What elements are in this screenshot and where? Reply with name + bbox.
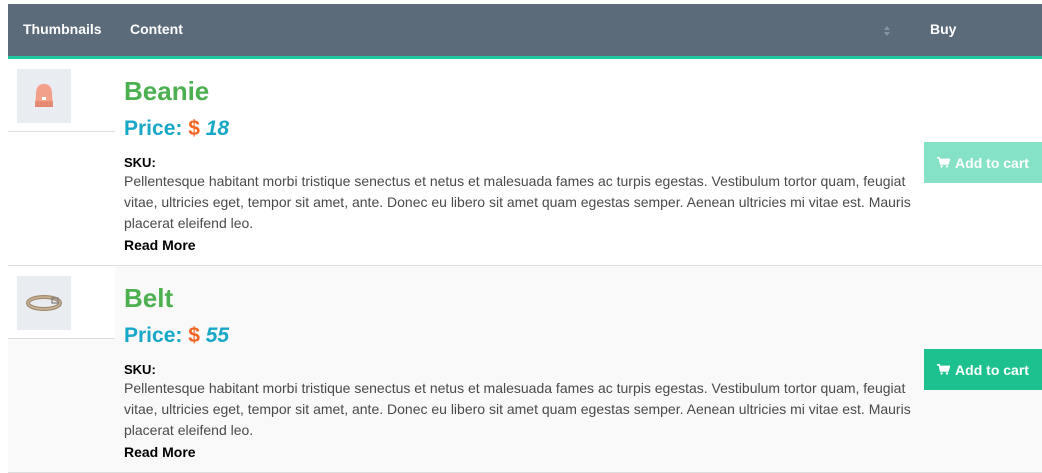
thumbnail-cell xyxy=(8,59,115,132)
sku-label: SKU: xyxy=(124,362,156,377)
product-table: Thumbnails Content Buy Beanie Price: $ 1… xyxy=(8,4,1042,473)
price-amount: 55 xyxy=(205,324,230,347)
product-thumbnail[interactable] xyxy=(17,69,71,123)
product-title[interactable]: Beanie xyxy=(124,76,209,107)
header-thumbnails: Thumbnails xyxy=(23,21,102,37)
thumbnail-cell xyxy=(8,266,115,339)
sku-label: SKU: xyxy=(124,155,156,170)
read-more-link[interactable]: Read More xyxy=(124,237,196,253)
read-more-link[interactable]: Read More xyxy=(124,444,196,460)
header-content[interactable]: Content xyxy=(130,21,183,37)
add-to-cart-button[interactable]: Add to cart xyxy=(924,142,1042,183)
add-to-cart-button[interactable]: Add to cart xyxy=(924,349,1042,390)
belt-icon xyxy=(26,295,62,311)
table-row: Beanie Price: $ 18 SKU: Pellentesque hab… xyxy=(8,59,1042,266)
sort-icon[interactable] xyxy=(883,24,891,36)
price-label: Price: xyxy=(124,117,183,140)
product-description: Pellentesque habitant morbi tristique se… xyxy=(124,380,911,438)
header-buy: Buy xyxy=(930,21,957,37)
product-price: Price: $ 55 xyxy=(124,324,229,348)
add-to-cart-label: Add to cart xyxy=(955,154,1029,171)
cart-icon xyxy=(937,157,951,168)
beanie-icon xyxy=(35,84,53,107)
product-thumbnail[interactable] xyxy=(17,276,71,330)
currency-symbol: $ xyxy=(188,324,200,347)
product-description: Pellentesque habitant morbi tristique se… xyxy=(124,173,911,231)
currency-symbol: $ xyxy=(188,117,200,140)
add-to-cart-label: Add to cart xyxy=(955,361,1029,378)
price-amount: 18 xyxy=(205,117,230,140)
cart-icon xyxy=(937,364,951,375)
table-header: Thumbnails Content Buy xyxy=(8,4,1042,59)
table-row: Belt Price: $ 55 SKU: Pellentesque habit… xyxy=(8,266,1042,473)
product-price: Price: $ 18 xyxy=(124,117,229,141)
product-title[interactable]: Belt xyxy=(124,283,173,314)
price-label: Price: xyxy=(124,324,183,347)
